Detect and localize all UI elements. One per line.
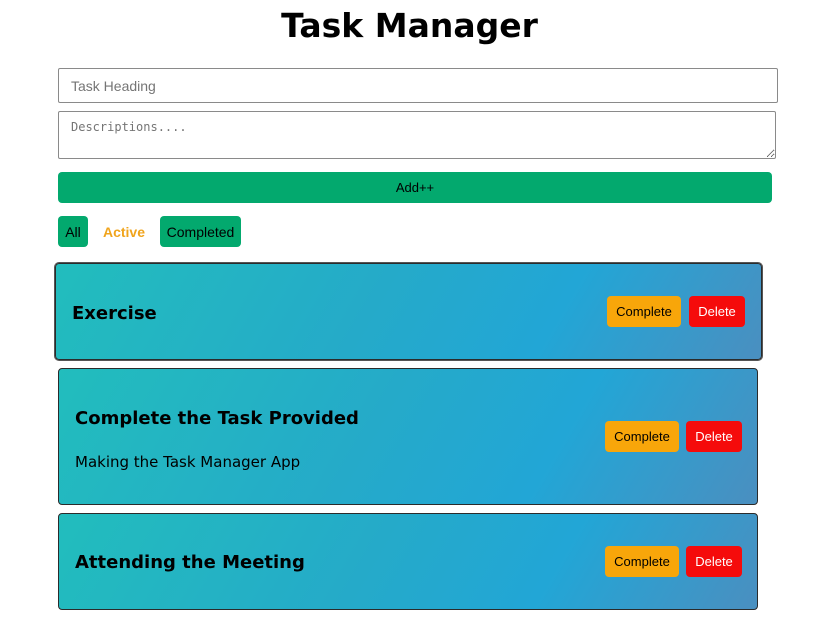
task-description-input[interactable] [58, 111, 776, 159]
page-title: Task Manager [281, 6, 538, 45]
task-card: Complete the Task Provided Making the Ta… [58, 368, 758, 505]
task-title: Exercise [72, 303, 157, 324]
task-description: Making the Task Manager App [75, 453, 301, 471]
add-task-button[interactable]: Add++ [58, 172, 772, 203]
complete-task-button[interactable]: Complete [605, 421, 679, 452]
task-card: Exercise Complete Delete [55, 263, 762, 360]
task-title: Attending the Meeting [75, 552, 305, 573]
task-card: Attending the Meeting Complete Delete [58, 513, 758, 610]
delete-task-button[interactable]: Delete [686, 546, 742, 577]
filter-completed-button[interactable]: Completed [160, 216, 241, 247]
complete-task-button[interactable]: Complete [605, 546, 679, 577]
task-title: Complete the Task Provided [75, 408, 359, 429]
complete-task-button[interactable]: Complete [607, 296, 681, 327]
filter-all-button[interactable]: All [58, 216, 88, 247]
task-manager-page: Task Manager Add++ All Active Completed … [0, 0, 819, 628]
delete-task-button[interactable]: Delete [689, 296, 745, 327]
task-heading-input[interactable] [58, 68, 778, 103]
delete-task-button[interactable]: Delete [686, 421, 742, 452]
filter-active-button[interactable]: Active [96, 216, 152, 247]
